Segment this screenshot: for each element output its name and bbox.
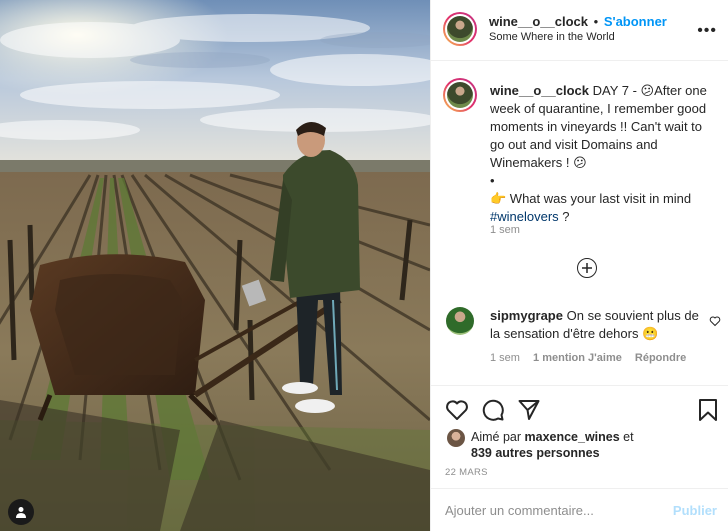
post-header: wine__o__clock • S'abonner Some Where in… — [431, 0, 728, 61]
publish-button[interactable]: Publier — [673, 503, 717, 518]
share-icon[interactable] — [517, 398, 541, 422]
caption-author-avatar[interactable] — [443, 78, 477, 112]
follow-button[interactable]: S'abonner — [604, 14, 667, 29]
heart-icon — [709, 316, 721, 327]
post-sidebar: wine__o__clock • S'abonner Some Where in… — [430, 0, 728, 531]
post-date[interactable]: 22 MARS — [445, 467, 488, 478]
hashtag-link[interactable]: #winelovers — [490, 209, 559, 224]
comment-likes-count[interactable]: 1 mention J'aime — [533, 352, 622, 364]
comment-icon[interactable] — [481, 398, 505, 422]
liker-username[interactable]: maxence_wines — [525, 430, 620, 444]
likes-summary: Aimé par maxence_wines et 839 autres per… — [471, 429, 711, 461]
location-link[interactable]: Some Where in the World — [489, 31, 615, 43]
load-more-comments-button[interactable] — [577, 258, 597, 278]
plus-circle-icon — [582, 263, 592, 273]
ellipsis-icon[interactable]: ••• — [697, 22, 717, 40]
caption-body: DAY 7 - 😕After one week of quarantine, I… — [490, 83, 707, 206]
caption-timestamp[interactable]: 1 sem — [490, 224, 520, 236]
author-avatar[interactable] — [443, 12, 477, 46]
separator-dot: • — [593, 14, 599, 29]
post-photo[interactable] — [0, 0, 430, 531]
heart-icon[interactable] — [445, 398, 469, 422]
author-line: wine__o__clock • S'abonner — [489, 14, 667, 29]
author-username[interactable]: wine__o__clock — [489, 14, 588, 29]
commenter-username[interactable]: sipmygrape — [490, 308, 563, 323]
comment-timestamp[interactable]: 1 sem — [490, 352, 520, 364]
tagged-users-button[interactable] — [8, 499, 34, 525]
comment-input[interactable] — [445, 500, 645, 520]
other-likers-link[interactable]: 839 autres personnes — [471, 446, 600, 460]
caption-text: wine__o__clock DAY 7 - 😕After one week o… — [490, 82, 716, 226]
bookmark-icon — [699, 399, 717, 421]
save-button[interactable] — [697, 398, 719, 422]
likes-middle: et — [619, 430, 634, 444]
action-icons — [445, 398, 541, 422]
comment-meta: 1 sem 1 mention J'aime Répondre — [490, 352, 696, 364]
liker-avatar[interactable] — [447, 429, 465, 447]
commenter-avatar[interactable] — [446, 307, 474, 335]
comments-section[interactable]: wine__o__clock DAY 7 - 😕After one week o… — [431, 62, 728, 385]
comment-text: sipmygrape On se souvient plus de la sen… — [490, 307, 706, 343]
comment-like-button[interactable] — [709, 314, 721, 330]
user-icon — [16, 507, 26, 518]
caption-end: ? — [558, 209, 570, 224]
add-comment-bar: Publier — [431, 488, 728, 531]
caption-username[interactable]: wine__o__clock — [490, 83, 589, 98]
likes-prefix: Aimé par — [471, 430, 525, 444]
post-actions: Aimé par maxence_wines et 839 autres per… — [431, 385, 728, 488]
reply-button[interactable]: Répondre — [635, 352, 686, 364]
vineyard-photo — [0, 0, 430, 531]
